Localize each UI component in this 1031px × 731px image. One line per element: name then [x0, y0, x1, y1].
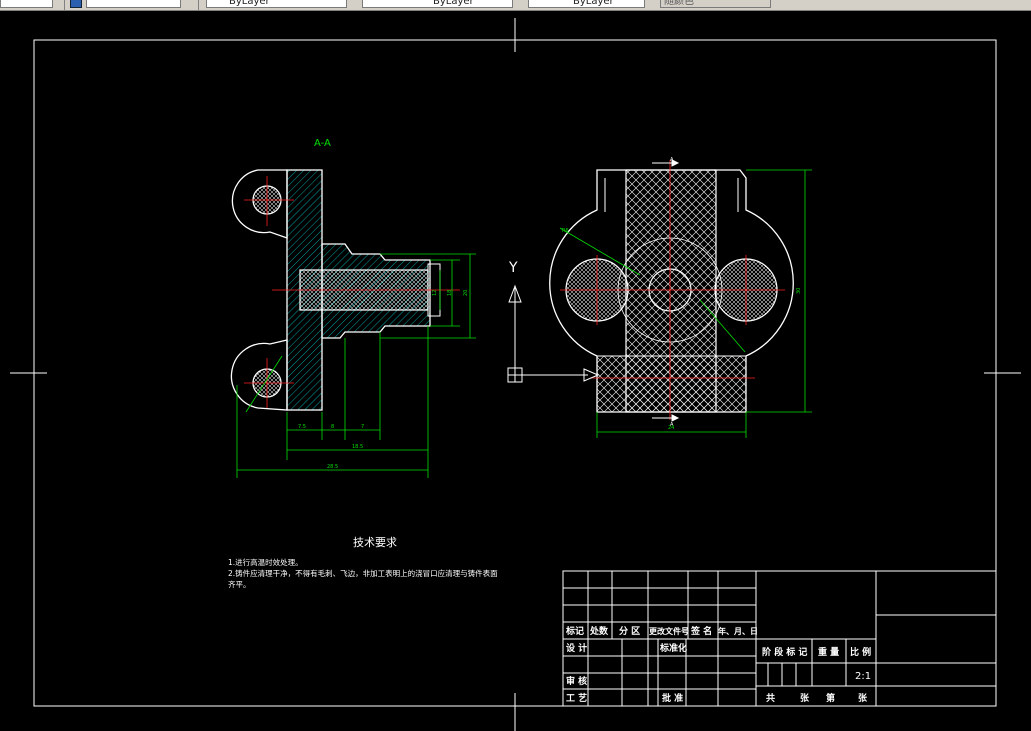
tb-header: 标记 [565, 625, 584, 637]
chevron-down-icon[interactable] [180, 0, 190, 8]
toolbar-separator [64, 0, 65, 10]
color-combo[interactable]: ByLayer [206, 0, 356, 8]
dim-text: R6 [562, 228, 569, 234]
tb-sheet: 张 [800, 692, 810, 704]
section-label: A-A [314, 138, 331, 149]
dim-text: 7.5 [298, 424, 306, 430]
front-view: A A 30 24 R6 [549, 157, 812, 438]
tb-design: 设 计 [566, 642, 587, 654]
notes-line: 2.铸件应清理干净，不得有毛刺、飞边，非加工表明上的浇冒口应清理与铸件表面 [228, 568, 498, 578]
chevron-down-icon[interactable] [52, 0, 62, 8]
tb-stage: 阶 段 标 记 [762, 646, 807, 658]
tb-sheet: 张 [858, 692, 868, 704]
section-view-aa: A-A 7.5 8 7 18.5 28.5 12 18 20 [230, 138, 476, 478]
notes-line: 齐平。 [228, 579, 251, 589]
layer-state-icon[interactable] [70, 0, 82, 8]
tb-header: 签 名 [690, 625, 712, 637]
chevron-down-icon[interactable] [644, 0, 654, 8]
chevron-down-icon[interactable] [512, 0, 522, 8]
tb-standard: 标准化 [659, 642, 687, 654]
drawing-canvas[interactable]: A-A 7.5 8 7 18.5 28.5 12 18 20 A A 30 24… [0, 11, 1031, 731]
chevron-down-icon[interactable] [346, 0, 356, 8]
toolbar-separator [198, 0, 199, 10]
plotstyle-combo[interactable]: 随颜色 [660, 0, 780, 8]
dim-text: 18 [447, 290, 453, 296]
tb-approve: 批 准 [662, 692, 683, 704]
tb-header: 更改文件号 [649, 626, 689, 636]
dim-text: 20 [463, 290, 469, 296]
view-marker: A [670, 157, 674, 163]
dim-text: 30 [796, 288, 802, 294]
tb-number: 第 [826, 692, 835, 704]
tb-process: 工 艺 [566, 692, 587, 704]
tb-header: 处数 [589, 625, 609, 637]
tb-header: 年、月、日 [718, 626, 758, 636]
dim-text: 18.5 [352, 444, 363, 450]
chevron-down-icon[interactable] [770, 0, 780, 8]
dim-text: 24 [668, 425, 674, 431]
notes-line: 1.进行高温时效处理。 [228, 557, 303, 567]
tb-scale-value: 2:1 [855, 671, 871, 682]
dim-text: 8 [331, 424, 334, 430]
notes-title: 技术要求 [353, 536, 397, 549]
dim-text: 12 [432, 290, 438, 296]
technical-notes: 技术要求 1.进行高温时效处理。 2.铸件应清理干净，不得有毛刺、飞边，非加工表… [228, 536, 498, 589]
tb-weight: 重 量 [818, 646, 839, 658]
lineweight-combo[interactable]: ByLayer [528, 0, 654, 8]
layer-combo[interactable] [0, 0, 56, 8]
tb-scale-label: 比 例 [850, 646, 871, 658]
dim-text: 28.5 [327, 464, 338, 470]
ucs-y-label: Y [508, 260, 518, 276]
tb-total: 共 [766, 692, 775, 704]
layer-name-combo[interactable] [86, 0, 190, 8]
tb-header: 分 区 [619, 625, 640, 637]
dim-text: 7 [361, 424, 364, 430]
title-block: 标记 处数 分 区 更改文件号 签 名 年、月、日 设 计 标准化 阶 段 标 … [562, 570, 997, 707]
tb-review: 审 核 [566, 675, 587, 687]
properties-toolbar: ByLayer ByLayer ByLayer 随颜色 [0, 0, 1031, 11]
linetype-combo[interactable]: ByLayer [362, 0, 522, 8]
